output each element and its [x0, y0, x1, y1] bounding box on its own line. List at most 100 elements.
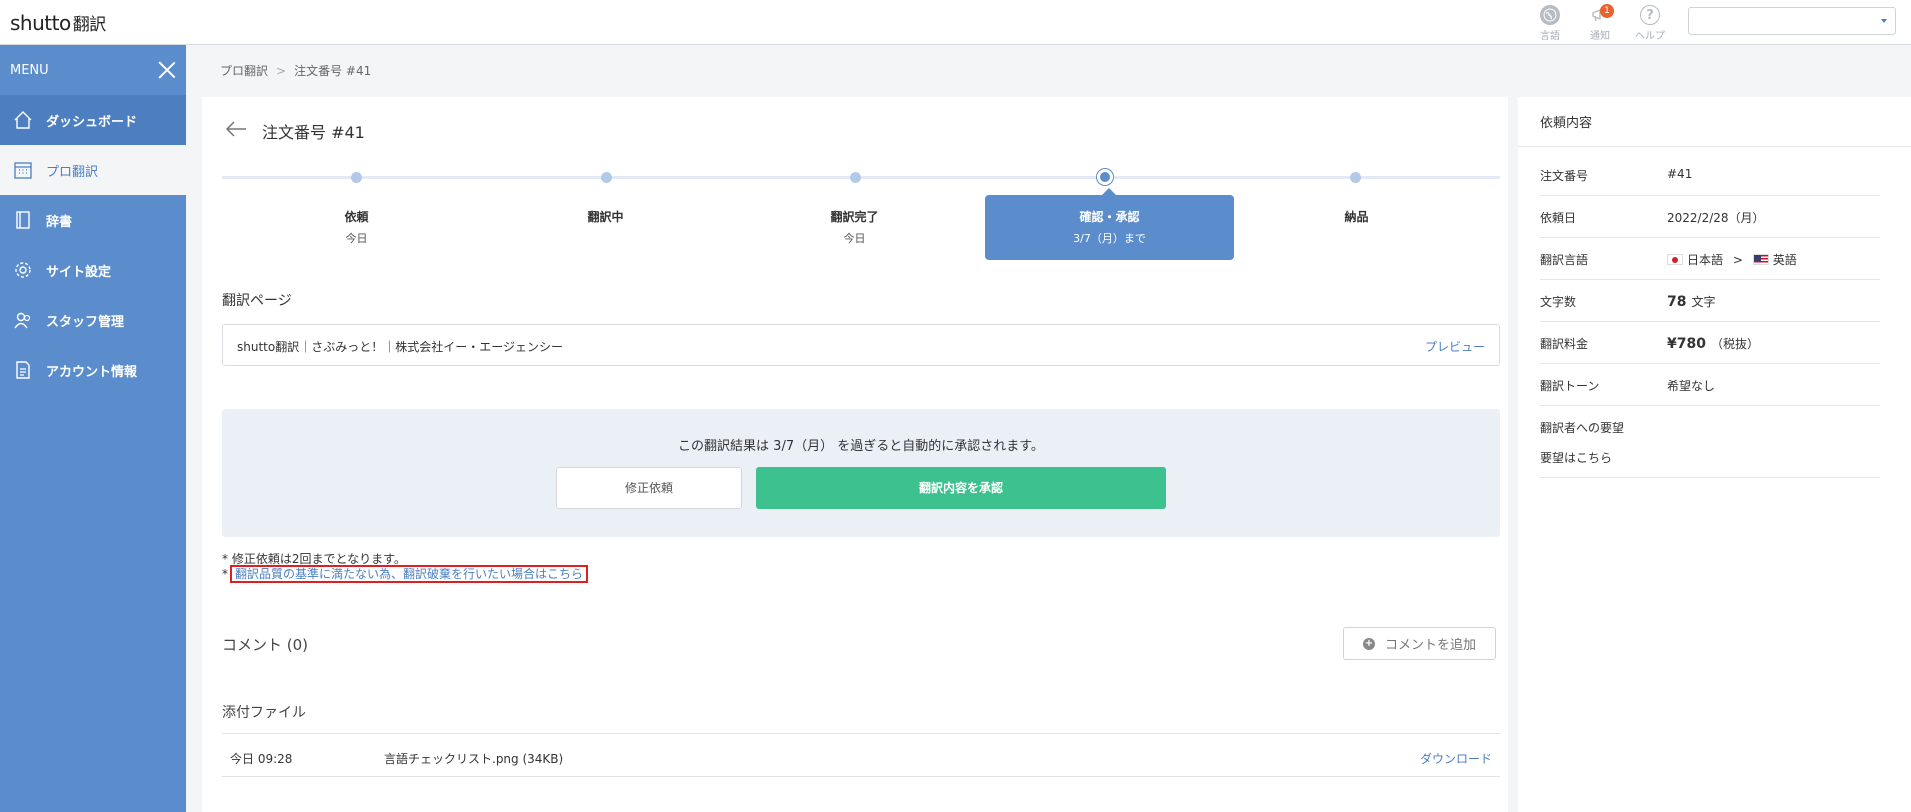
- detail-row-tone: 翻訳トーン 希望なし: [1540, 364, 1880, 406]
- detail-value: 日本語 > 英語: [1667, 251, 1797, 268]
- char-count: 78: [1667, 294, 1687, 310]
- sidebar: MENU ダッシュボード プロ翻訳 辞書 サイト設定 スタッフ管理 アカウント情…: [0, 45, 186, 812]
- site-select[interactable]: [1688, 7, 1896, 35]
- close-icon[interactable]: [158, 61, 176, 79]
- char-unit: 文字: [1691, 295, 1716, 309]
- add-comment-button[interactable]: + コメントを追加: [1343, 627, 1496, 660]
- detail-label: 注文番号: [1540, 169, 1589, 183]
- sidebar-item-site-settings[interactable]: サイト設定: [0, 245, 186, 295]
- step-translating: 翻訳中: [481, 195, 730, 260]
- comments-title: コメント (0): [222, 636, 309, 654]
- step-delivery: 納品: [1232, 195, 1481, 260]
- translation-page-box: shutto翻訳｜さぶみっと！｜株式会社イー・エージェンシー プレビュー: [222, 324, 1500, 366]
- discard-note: * 翻訳品質の基準に満たない為、翻訳破棄を行いたい場合はこちら: [222, 565, 589, 583]
- step-dot: [601, 172, 612, 183]
- back-arrow-icon[interactable]: [224, 119, 248, 139]
- menu-header: MENU: [0, 45, 186, 95]
- detail-value: 希望なし: [1667, 379, 1716, 393]
- sidebar-item-pro-translation[interactable]: プロ翻訳: [0, 145, 186, 195]
- language-button[interactable]: 言語: [1530, 3, 1570, 42]
- discard-translation-link[interactable]: 翻訳品質の基準に満たない為、翻訳破棄を行いたい場合はこちら: [235, 567, 583, 581]
- attachment-time: 今日 09:28: [230, 752, 293, 766]
- sidebar-item-dashboard[interactable]: ダッシュボード: [0, 95, 186, 145]
- japan-flag-icon: [1667, 254, 1683, 265]
- detail-row-chars: 文字数 78 文字: [1540, 280, 1880, 322]
- step-review-approve: 確認・承認 3/7（月）まで: [985, 188, 1234, 260]
- help-icon: ?: [1640, 5, 1660, 25]
- sidebar-item-dictionary[interactable]: 辞書: [0, 195, 186, 245]
- gear-icon: [12, 259, 34, 281]
- help-label: ヘルプ: [1635, 31, 1665, 42]
- language-label: 言語: [1540, 31, 1560, 42]
- step-dot: [351, 172, 362, 183]
- notification-button[interactable]: 1 通知: [1580, 3, 1620, 42]
- auto-approve-message: この翻訳結果は 3/7（月） を過ぎると自動的に承認されます。: [678, 439, 1044, 454]
- logo-text: shutto: [10, 11, 71, 35]
- detail-value: 2022/2/28（月）: [1667, 211, 1765, 225]
- detail-label: 翻訳トーン: [1540, 379, 1600, 393]
- step-dot: [850, 172, 861, 183]
- chevron-down-icon: [1881, 19, 1887, 23]
- details-title: 依頼内容: [1518, 97, 1911, 147]
- top-bar: shutto 翻訳 言語 1 通知 ? ヘルプ: [0, 0, 1911, 45]
- detail-value: ¥780 （税抜）: [1667, 335, 1759, 352]
- progress-track: [222, 176, 1500, 179]
- globe-icon: [1540, 5, 1560, 25]
- detail-label: 文字数: [1540, 295, 1577, 309]
- calendar-icon: [12, 159, 34, 181]
- megaphone-icon: 1: [1590, 4, 1614, 25]
- detail-label: 翻訳料金: [1540, 337, 1589, 351]
- detail-row-order: 注文番号 #41: [1540, 154, 1880, 196]
- sidebar-item-label: スタッフ管理: [46, 314, 125, 330]
- detail-label: 翻訳者への要望: [1540, 421, 1625, 435]
- step-name: 確認・承認: [1079, 210, 1140, 224]
- approve-translation-button[interactable]: 翻訳内容を承認: [756, 467, 1166, 509]
- order-card: 注文番号 #41 依頼 今日 翻訳中 翻訳完了 今日 確認・承認 3/7（月）ま…: [202, 97, 1508, 812]
- target-language: 英語: [1772, 253, 1797, 267]
- help-button[interactable]: ? ヘルプ: [1630, 3, 1670, 42]
- breadcrumb: プロ翻訳 > 注文番号 #41: [220, 62, 371, 79]
- fee-amount: ¥780: [1667, 336, 1706, 352]
- logo-subtext: 翻訳: [72, 15, 107, 35]
- source-language: 日本語: [1687, 253, 1724, 267]
- preview-link[interactable]: プレビュー: [1425, 338, 1485, 355]
- detail-row-fee: 翻訳料金 ¥780 （税抜）: [1540, 322, 1880, 364]
- translation-page-label: 翻訳ページ: [222, 293, 292, 309]
- step-dot-current: [1097, 169, 1113, 185]
- step-name: 依頼: [344, 210, 369, 224]
- sidebar-item-label: アカウント情報: [46, 364, 138, 380]
- detail-value: 78 文字: [1667, 293, 1716, 310]
- step-name: 翻訳完了: [830, 210, 879, 224]
- document-icon: [12, 359, 34, 381]
- notification-badge: 1: [1600, 4, 1614, 18]
- sidebar-item-account[interactable]: アカウント情報: [0, 345, 186, 395]
- breadcrumb-current: 注文番号 #41: [294, 64, 372, 78]
- step-request: 依頼 今日: [232, 195, 481, 260]
- attachment-row: 今日 09:28 言語チェックリスト.png (34KB) ダウンロード: [222, 733, 1500, 777]
- language-separator: >: [1732, 253, 1743, 267]
- app-logo[interactable]: shutto 翻訳: [10, 10, 106, 35]
- download-link[interactable]: ダウンロード: [1420, 750, 1492, 767]
- detail-row-language: 翻訳言語 日本語 > 英語: [1540, 238, 1880, 280]
- sidebar-item-label: プロ翻訳: [46, 164, 99, 180]
- step-date: 3/7（月）まで: [1073, 232, 1146, 245]
- approval-panel: この翻訳結果は 3/7（月） を過ぎると自動的に承認されます。 修正依頼 翻訳内…: [222, 409, 1500, 537]
- attachment-filename: 言語チェックリスト.png (34KB): [384, 752, 564, 766]
- detail-row-date: 依頼日 2022/2/28（月）: [1540, 196, 1880, 238]
- sidebar-item-label: ダッシュボード: [46, 114, 138, 130]
- step-translated: 翻訳完了 今日: [730, 195, 979, 260]
- sidebar-item-label: サイト設定: [46, 264, 112, 280]
- attachments-title: 添付ファイル: [222, 705, 306, 721]
- plus-icon: +: [1362, 637, 1375, 650]
- breadcrumb-parent[interactable]: プロ翻訳: [220, 64, 268, 78]
- step-date: 今日: [843, 232, 866, 245]
- book-icon: [12, 209, 34, 231]
- detail-label: 翻訳言語: [1540, 253, 1589, 267]
- add-comment-label: コメントを追加: [1384, 638, 1476, 653]
- note-bullet: *: [222, 567, 228, 581]
- detail-value: #41: [1667, 167, 1693, 181]
- notification-label: 通知: [1590, 31, 1610, 42]
- menu-title: MENU: [10, 62, 49, 78]
- request-revision-button[interactable]: 修正依頼: [556, 467, 742, 509]
- sidebar-item-staff[interactable]: スタッフ管理: [0, 295, 186, 345]
